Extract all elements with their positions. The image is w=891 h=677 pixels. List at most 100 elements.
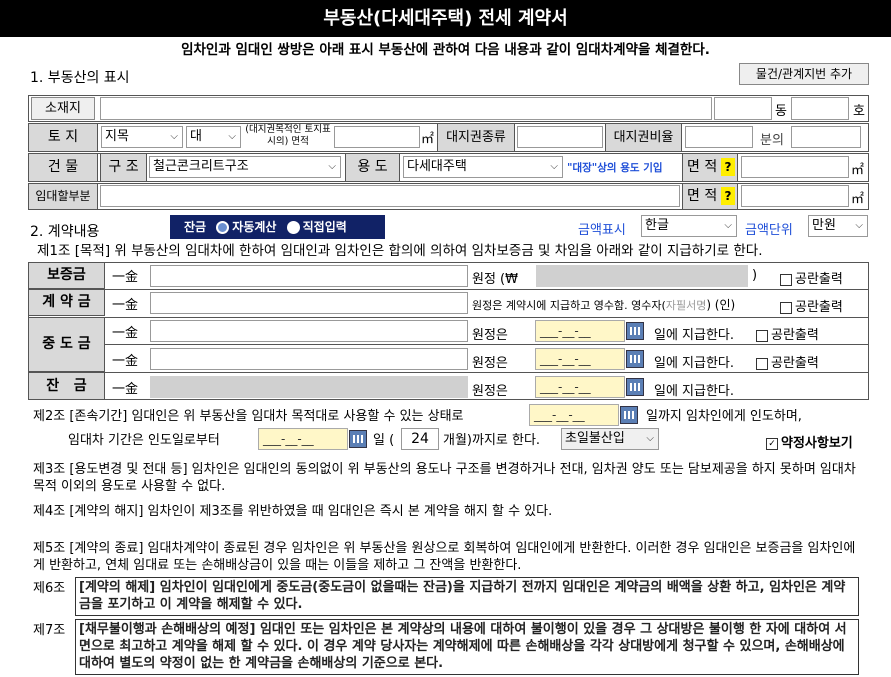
building-area-input[interactable]: [741, 156, 849, 178]
amount-unit-select[interactable]: 만원 ⌵: [808, 215, 868, 237]
lease-start-date-input[interactable]: ___-__-__: [258, 428, 348, 450]
lease-area-text: 면 적: [687, 188, 718, 204]
won-jeong-eun: 원정은: [472, 328, 508, 343]
address-button[interactable]: 소재지: [31, 97, 95, 120]
terms-view-toggle[interactable]: ✓ 약정사항보기: [766, 432, 853, 451]
building-area-help[interactable]: ?: [721, 158, 735, 176]
land-label: 토 지: [28, 123, 98, 152]
auto-calc-label[interactable]: 자동계산: [232, 220, 276, 234]
divider: [28, 317, 869, 318]
checkbox[interactable]: [780, 301, 792, 314]
use-select[interactable]: 다세대주택 ⌵: [403, 156, 563, 178]
ratio-numerator-input[interactable]: [791, 126, 861, 148]
contract-blank-print[interactable]: 공란출력: [780, 296, 843, 315]
article4-text: 제4조 [계약의 해지] 임차인이 제3조를 위반하였을 때 임대인은 즉시 본…: [33, 504, 553, 519]
balance-row-label: 잔 금: [28, 372, 105, 400]
deposit-number-display: [536, 265, 748, 287]
ratio-denominator-input[interactable]: [685, 126, 753, 148]
building-label: 건 물: [28, 153, 98, 182]
chevron-down-icon: ⌵: [724, 220, 732, 231]
jimok-select[interactable]: 지목 ⌵: [101, 126, 183, 148]
period-count-value: 초일불산입: [565, 431, 625, 446]
section1-title: 1. 부동산의 표시: [30, 70, 130, 86]
land-type-value: 대: [190, 129, 202, 144]
checkbox-checked[interactable]: ✓: [766, 437, 778, 450]
calendar-icon[interactable]: [620, 406, 638, 424]
contract-note-text: 원정은 계약시에 지급하고 영수함. 영수자(: [472, 299, 666, 312]
divider: [28, 372, 869, 373]
il-geum-text: 一金: [112, 354, 139, 369]
ho-input[interactable]: [791, 97, 849, 120]
signature-text: 자필서명: [665, 299, 707, 312]
land-area-input[interactable]: [334, 126, 420, 148]
structure-value: 철근콘크리트구조: [153, 159, 249, 174]
article3-text: 제3조 [용도변경 및 전대 등] 임차인은 임대인의 동의없이 위 부동산의 …: [33, 462, 856, 494]
ho-suffix: 호: [853, 104, 865, 119]
structure-label: 구 조: [100, 153, 147, 182]
divider: [105, 344, 869, 345]
balance-label: 잔금: [184, 220, 207, 234]
amount-display-label: 금액표시: [578, 223, 626, 238]
article7-box[interactable]: [채무불이행과 손해배상의 예정] 임대인 또는 임차인은 본 계약상의 내용에…: [75, 619, 859, 675]
calendar-icon[interactable]: [626, 322, 644, 340]
structure-select[interactable]: 철근콘크리트구조 ⌵: [149, 156, 341, 178]
contract-note: 원정은 계약시에 지급하고 영수함. 영수자(자필서명) (인): [472, 296, 735, 313]
lease-months-input[interactable]: 24: [401, 428, 439, 450]
blank-print-label: 공란출력: [795, 300, 843, 315]
checkbox[interactable]: [756, 357, 768, 370]
middle2-amount-input[interactable]: [150, 348, 468, 370]
middle2-blank-print[interactable]: 공란출력: [756, 352, 819, 371]
il-geum-text: 一金: [112, 270, 139, 285]
amount-display-select[interactable]: 한글 ⌵: [641, 215, 737, 237]
middle2-date-input[interactable]: ___-__-__: [535, 348, 625, 370]
calendar-icon[interactable]: [626, 378, 644, 396]
chevron-down-icon: ⌵: [328, 161, 336, 172]
il-geum-text: 一金: [112, 382, 139, 397]
deposit-amount-input[interactable]: [150, 265, 468, 287]
chevron-down-icon: ⌵: [550, 161, 558, 172]
lease-part-input[interactable]: [100, 185, 680, 207]
contract-amount-input[interactable]: [150, 292, 468, 314]
add-property-button[interactable]: 물건/관계지번 추가: [739, 63, 869, 85]
dong-input[interactable]: [714, 97, 772, 120]
lease-area-input[interactable]: [741, 185, 849, 207]
use-note: "대장"상의 용도 기입: [567, 162, 663, 174]
article2-text-c: 임대차 기간은 인도일로부터: [68, 433, 220, 448]
pay-on-text: 일에 지급한다.: [654, 384, 735, 399]
won-jeong-eun: 원정은: [472, 356, 508, 371]
article2-text-b: 일까지 임차인에게 인도하며,: [646, 409, 802, 424]
article6-label: 제6조: [33, 581, 66, 596]
deposit-blank-print[interactable]: 공란출력: [780, 268, 843, 287]
balance-mode-toggle: 잔금 자동계산 직접입력: [170, 215, 385, 239]
terms-view-label: 약정사항보기: [781, 436, 853, 451]
land-right-ratio-label: 대지권비율: [605, 123, 682, 152]
lease-area-help[interactable]: ?: [721, 187, 735, 205]
use-label: 용 도: [345, 153, 400, 182]
middle1-blank-print[interactable]: 공란출력: [756, 324, 819, 343]
radio-direct-input[interactable]: [286, 221, 300, 234]
blank-print-label: 공란출력: [771, 356, 819, 371]
calendar-icon[interactable]: [626, 350, 644, 368]
middle1-date-input[interactable]: ___-__-__: [535, 320, 625, 342]
balance-date-input[interactable]: ___-__-__: [535, 376, 625, 398]
middle1-amount-input[interactable]: [150, 320, 468, 342]
handover-date-input[interactable]: ___-__-__: [529, 404, 619, 426]
address-input[interactable]: [100, 97, 712, 120]
chevron-down-icon: ⌵: [855, 220, 863, 231]
jimok-value: 지목: [105, 129, 129, 144]
pay-on-text: 일에 지급한다.: [654, 328, 735, 343]
article6-box[interactable]: [계약의 해제] 임차인이 임대인에게 중도금(중도금이 없을때는 잔금)을 지…: [75, 577, 859, 616]
land-type-select[interactable]: 대 ⌵: [186, 126, 241, 148]
radio-auto-calc[interactable]: [216, 221, 230, 234]
unit-m2: ㎡: [851, 192, 865, 207]
seal-text: ) (인): [706, 298, 736, 312]
direct-input-label[interactable]: 직접입력: [303, 220, 347, 234]
calendar-icon[interactable]: [349, 430, 367, 448]
il-geum-text: 一金: [112, 298, 139, 313]
ratio-of-text: 분의: [760, 133, 784, 148]
checkbox[interactable]: [756, 329, 768, 342]
period-count-select[interactable]: 초일불산입 ⌵: [561, 428, 659, 450]
article7-label: 제7조: [33, 623, 66, 638]
land-right-type-input[interactable]: [517, 126, 603, 148]
checkbox[interactable]: [780, 273, 792, 286]
